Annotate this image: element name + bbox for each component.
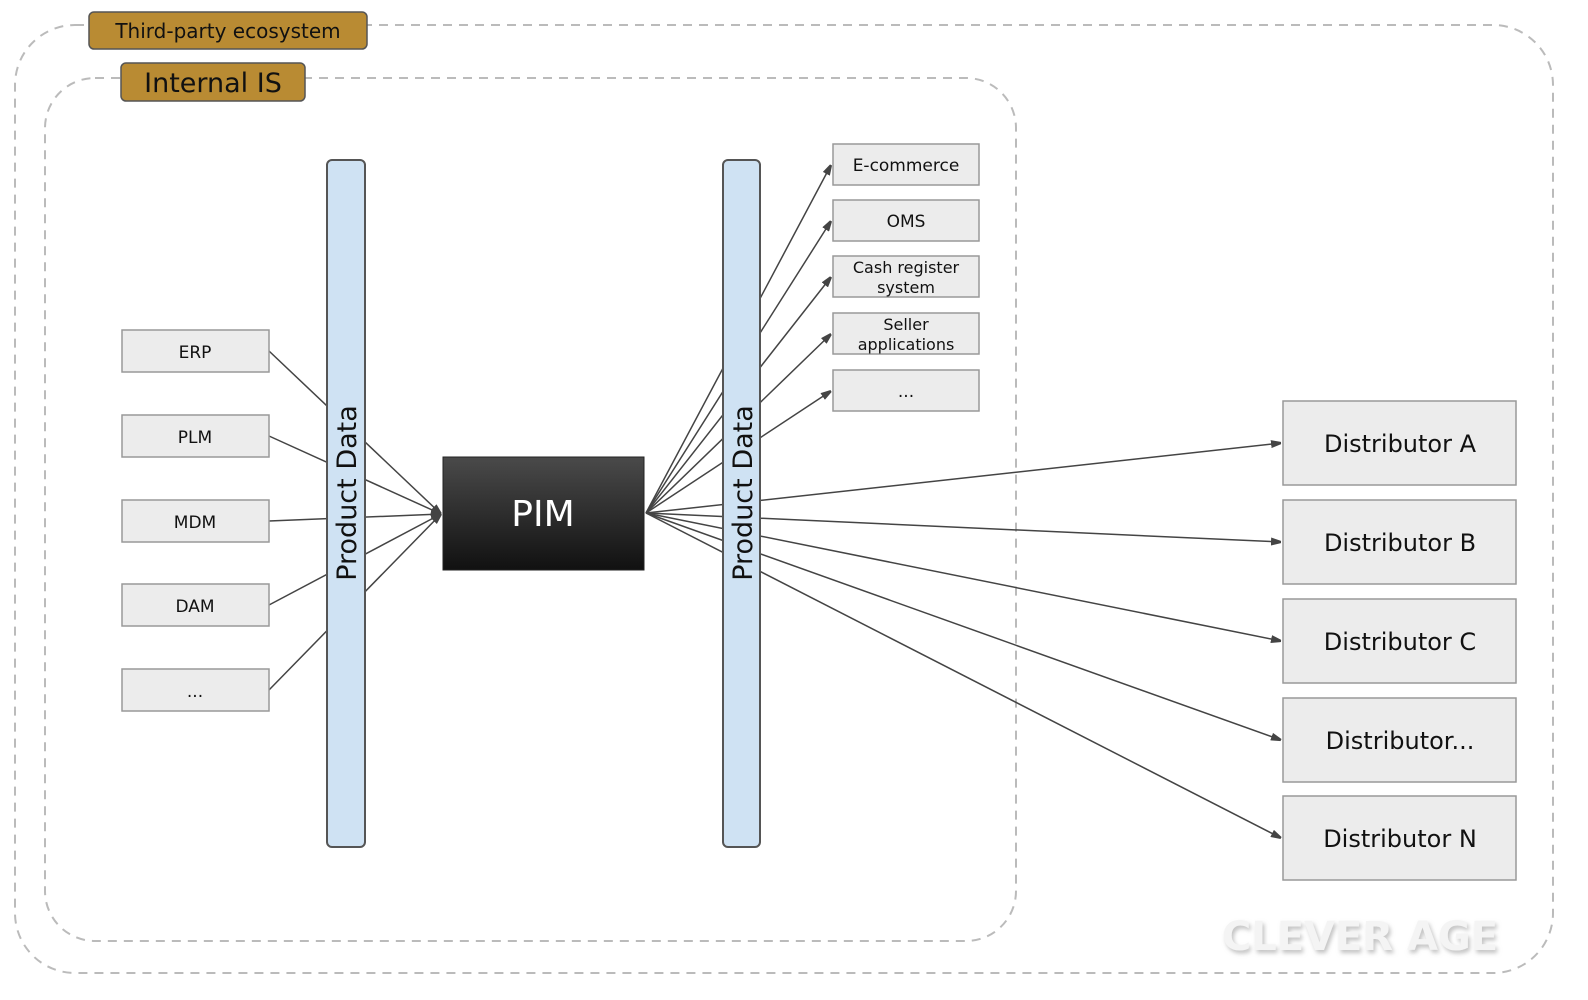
right-product-data-bus: Product Data bbox=[722, 159, 761, 848]
distributor-box: Distributor N bbox=[1282, 795, 1517, 881]
distributor-box: Distributor B bbox=[1282, 499, 1517, 585]
distributor-label: Distributor B bbox=[1324, 529, 1476, 557]
source-label: DAM bbox=[175, 597, 214, 617]
distributor-label: Distributor C bbox=[1324, 628, 1476, 656]
source-box: PLM bbox=[121, 414, 270, 458]
internal-target-label: OMS bbox=[887, 212, 926, 232]
internal-target-label: ... bbox=[898, 382, 914, 402]
distributor-box: Distributor... bbox=[1282, 697, 1517, 783]
internal-target-label: applications bbox=[858, 335, 955, 354]
internal-target-label: Seller bbox=[883, 315, 929, 334]
internal-target-box: OMS bbox=[832, 199, 980, 242]
internal-is-label: Internal IS bbox=[120, 62, 306, 102]
source-box: ... bbox=[121, 668, 270, 712]
third-party-label-text: Third-party ecosystem bbox=[114, 19, 340, 43]
internal-target-label: system bbox=[877, 278, 935, 297]
internal-target-box: E-commerce bbox=[832, 143, 980, 186]
distributor-box: Distributor C bbox=[1282, 598, 1517, 684]
pim-architecture-diagram: Third-party ecosystem Internal IS Produc… bbox=[14, 11, 1554, 974]
right-bus-label: Product Data bbox=[728, 405, 759, 581]
distributor-label: Distributor A bbox=[1324, 430, 1477, 458]
source-label: ERP bbox=[179, 343, 212, 363]
source-box: DAM bbox=[121, 583, 270, 627]
clever-age-watermark: CLEVER AGE bbox=[1222, 914, 1498, 960]
internal-target-box: Cash registersystem bbox=[832, 255, 980, 298]
source-label: MDM bbox=[174, 513, 216, 533]
distributor-label: Distributor N bbox=[1323, 825, 1477, 853]
internal-target-label: Cash register bbox=[853, 258, 960, 277]
third-party-label: Third-party ecosystem bbox=[88, 11, 368, 50]
left-product-data-bus: Product Data bbox=[326, 159, 366, 848]
source-box: MDM bbox=[121, 499, 270, 543]
pim-label: PIM bbox=[511, 494, 574, 535]
internal-target-box: ... bbox=[832, 369, 980, 412]
pim-box: PIM bbox=[442, 456, 645, 571]
source-label: ... bbox=[187, 682, 203, 702]
distributor-label: Distributor... bbox=[1326, 727, 1475, 755]
source-box: ERP bbox=[121, 329, 270, 373]
source-label: PLM bbox=[178, 428, 212, 448]
internal-target-box: Sellerapplications bbox=[832, 312, 980, 355]
internal-target-label: E-commerce bbox=[853, 156, 960, 176]
distributor-box: Distributor A bbox=[1282, 400, 1517, 486]
internal-is-label-text: Internal IS bbox=[144, 68, 282, 99]
left-bus-label: Product Data bbox=[332, 405, 363, 581]
connectors bbox=[268, 165, 1281, 838]
